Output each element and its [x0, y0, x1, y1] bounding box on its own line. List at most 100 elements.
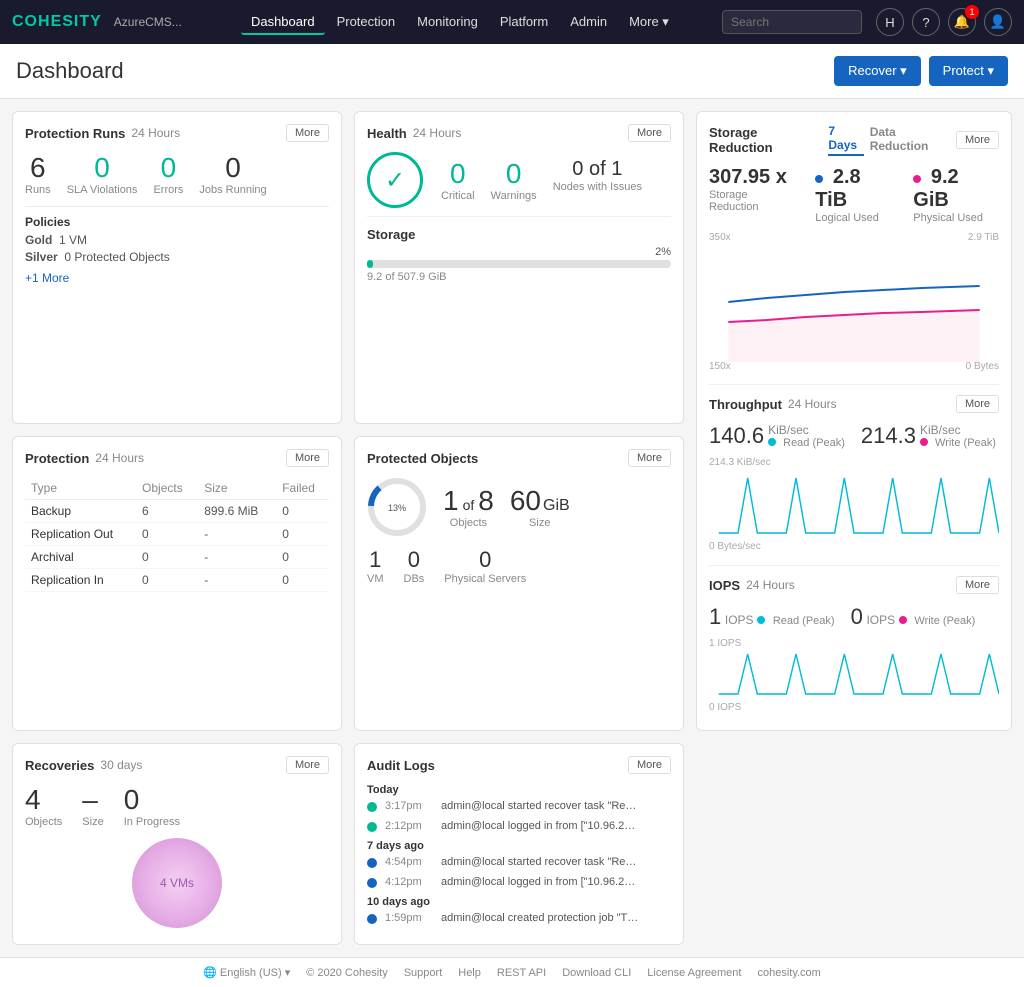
rec-objects-value: 4: [25, 784, 62, 816]
header-actions: Recover ▾ Protect ▾: [834, 56, 1008, 86]
warnings-stat: 0 Warnings: [491, 158, 537, 202]
write-value: 214.3: [861, 423, 916, 449]
storage-title: Storage: [367, 227, 671, 242]
storage-percent: 2%: [367, 246, 671, 258]
brand-highlight: E: [51, 13, 63, 30]
rec-objects: 4 Objects: [25, 784, 62, 828]
nav-protection[interactable]: Protection: [327, 10, 406, 35]
sr-chart-svg: [709, 232, 999, 372]
sr-chart-y2-low: 0 Bytes: [966, 361, 999, 372]
critical-label: Critical: [441, 190, 475, 202]
protection-runs-more[interactable]: More: [286, 124, 329, 142]
recoveries-card: Recoveries 30 days More 4 Objects – Size…: [12, 743, 342, 945]
iops-read: 1 IOPS Read (Peak): [709, 604, 835, 630]
po-more[interactable]: More: [628, 449, 671, 467]
prot-size: -: [198, 523, 276, 546]
po-of: of: [463, 497, 475, 513]
nodes-value: 0 of 1: [553, 158, 642, 181]
po-donut: 13%: [367, 477, 427, 537]
po-title: Protected Objects More: [367, 449, 671, 467]
throughput-chart-svg: [709, 468, 999, 538]
audit-more[interactable]: More: [628, 756, 671, 774]
audit-time: 4:12pm: [385, 876, 433, 888]
sr-value-item: 307.95 x Storage Reduction: [709, 166, 799, 224]
read-metric: 140.6 KiB/sec Read (Peak): [709, 423, 845, 449]
prot-size: 899.6 MiB: [198, 500, 276, 523]
iops-chart-svg: [709, 649, 999, 699]
physical-value: 9.2 GiB: [913, 166, 999, 212]
audit-logs-title: Audit Logs More: [367, 756, 671, 774]
health-more[interactable]: More: [628, 124, 671, 142]
footer-help[interactable]: Help: [458, 967, 481, 979]
nav-admin[interactable]: Admin: [560, 10, 617, 35]
logical-dot: [815, 175, 823, 183]
brand-logo: COHESITY: [12, 13, 102, 31]
po-physical-label: Physical Servers: [444, 573, 526, 585]
policies-more-link[interactable]: +1 More: [25, 271, 69, 285]
search-input[interactable]: [722, 10, 862, 34]
rec-size: – Size: [82, 784, 103, 828]
iops-more[interactable]: More: [956, 576, 999, 594]
footer-support[interactable]: Support: [404, 967, 443, 979]
recoveries-title: Recoveries 30 days More: [25, 756, 329, 774]
throughput-more[interactable]: More: [956, 395, 999, 413]
runs-stat: 6 Runs: [25, 152, 51, 196]
prot-type: Archival: [25, 546, 136, 569]
storage-progress-fill: [367, 260, 373, 268]
errors-label: Errors: [153, 184, 183, 196]
svg-text:13%: 13%: [388, 503, 406, 513]
dashboard-grid: Protection Runs 24 Hours More 6 Runs 0 S…: [0, 99, 1024, 957]
notification-badge: 1: [965, 5, 979, 19]
sr-tab-data-reduction[interactable]: Data Reduction: [870, 125, 950, 155]
sr-tab-7days[interactable]: 7 Days: [828, 124, 863, 156]
footer-website[interactable]: cohesity.com: [757, 967, 820, 979]
po-db-label: DBs: [404, 573, 425, 585]
iops-write-desc: Write (Peak): [914, 615, 975, 627]
help-circle-icon[interactable]: H: [876, 8, 904, 36]
po-main-stats: 13% 1 of 8 Objects 60 GiB Size: [367, 477, 671, 537]
warnings-value: 0: [491, 158, 537, 190]
throughput-title: Throughput 24 Hours More: [709, 395, 999, 413]
sr-metrics: 307.95 x Storage Reduction 2.8 TiB Logic…: [709, 166, 999, 224]
sr-more[interactable]: More: [956, 131, 999, 149]
col-objects: Objects: [136, 477, 198, 500]
iops-read-desc: Read (Peak): [773, 615, 835, 627]
health-title: Health 24 Hours More: [367, 124, 671, 142]
health-numbers: 0 Critical 0 Warnings 0 of 1 Nodes with …: [441, 158, 642, 202]
protect-button[interactable]: Protect ▾: [929, 56, 1008, 86]
nav-platform[interactable]: Platform: [490, 10, 558, 35]
notifications-icon[interactable]: 🔔 1: [948, 8, 976, 36]
audit-entry: 3:17pm admin@local started recover task …: [367, 800, 671, 812]
recover-button[interactable]: Recover ▾: [834, 56, 921, 86]
physical-value-item: 9.2 GiB Physical Used: [913, 166, 999, 224]
prot-objects: 0: [136, 546, 198, 569]
sr-main-value: 307.95 x: [709, 166, 799, 189]
po-vm: 1 VM: [367, 547, 384, 585]
iops-read-dot: [757, 616, 765, 624]
nav-monitoring[interactable]: Monitoring: [407, 10, 488, 35]
storage-reduction-card: Storage Reduction 7 Days Data Reduction …: [696, 111, 1012, 731]
footer-language[interactable]: 🌐 English (US) ▾: [203, 966, 290, 979]
nav-more[interactable]: More ▾: [619, 10, 679, 35]
footer-rest-api[interactable]: REST API: [497, 967, 546, 979]
brand-name: COHESITY: [12, 13, 102, 30]
col-type: Type: [25, 477, 136, 500]
audit-dot: [367, 858, 377, 868]
iops-write-dot: [899, 616, 907, 624]
user-icon[interactable]: 👤: [984, 8, 1012, 36]
po-size-value: 60: [510, 485, 541, 517]
jobs-value: 0: [199, 152, 266, 184]
prot-size: -: [198, 569, 276, 592]
footer-download-cli[interactable]: Download CLI: [562, 967, 631, 979]
nav-links: Dashboard Protection Monitoring Platform…: [202, 10, 718, 35]
audit-time: 1:59pm: [385, 912, 433, 924]
nav-dashboard[interactable]: Dashboard: [241, 10, 325, 35]
po-total: 8: [478, 485, 494, 517]
recoveries-more[interactable]: More: [286, 756, 329, 774]
footer-license[interactable]: License Agreement: [647, 967, 741, 979]
logical-value-item: 2.8 TiB Logical Used: [815, 166, 897, 224]
protection-more[interactable]: More: [286, 449, 329, 467]
rec-size-value: –: [82, 784, 103, 816]
question-icon[interactable]: ?: [912, 8, 940, 36]
silver-policy: Silver 0 Protected Objects: [25, 250, 329, 264]
